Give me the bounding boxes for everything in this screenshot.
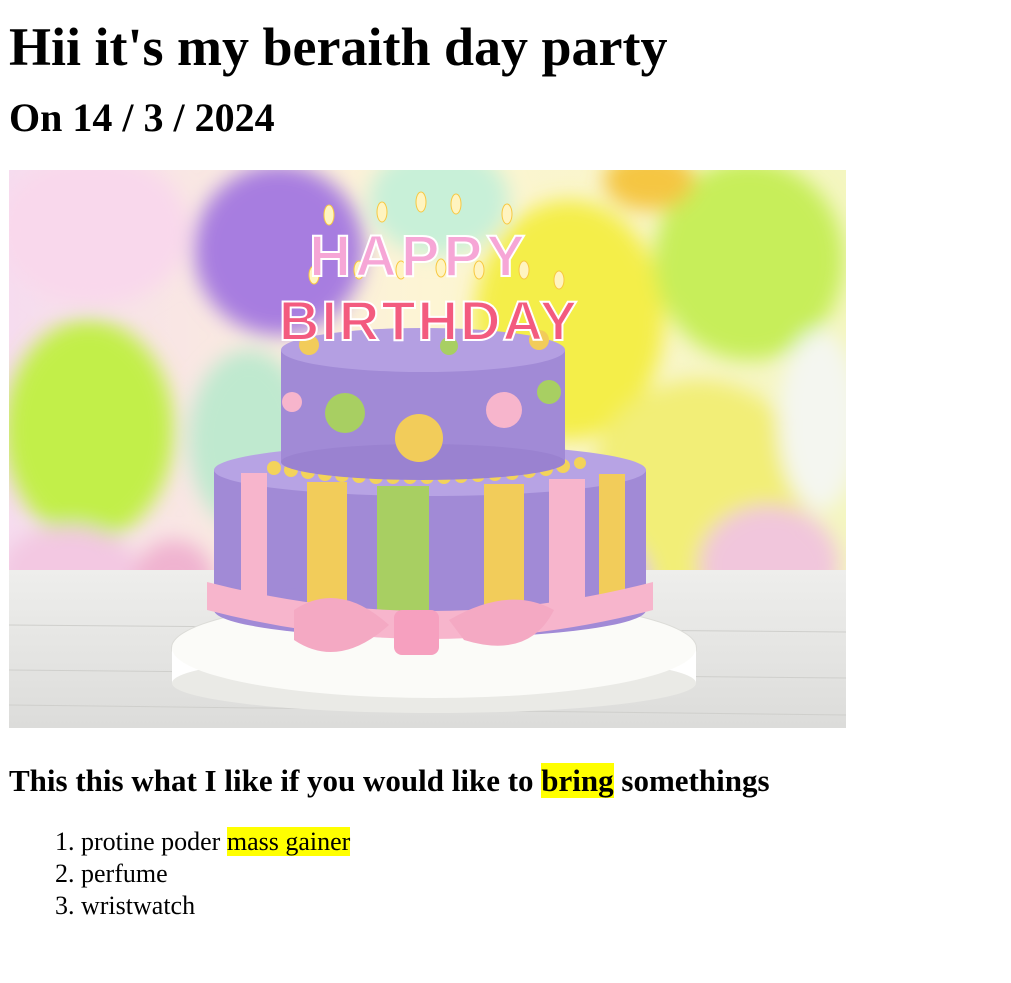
candle-happy: HAPPY bbox=[309, 224, 529, 289]
list-item-text: perfume bbox=[81, 859, 168, 888]
page-title: Hii it's my beraith day party bbox=[9, 17, 668, 77]
list-item: wristwatch bbox=[81, 890, 1011, 922]
list-item-highlight: mass gainer bbox=[226, 827, 351, 856]
list-item-text: protine poder bbox=[81, 827, 227, 856]
candle-birthday: BIRTHDAY bbox=[279, 289, 579, 352]
list-item: protine poder mass gainer bbox=[81, 826, 1011, 858]
party-date: On 14 / 3 / 2024 bbox=[9, 95, 275, 140]
list-item-text: wristwatch bbox=[81, 891, 196, 920]
wish-list: protine poder mass gainer perfume wristw… bbox=[9, 826, 1011, 922]
wish-heading-text-end: somethings bbox=[613, 763, 770, 798]
wish-heading-highlight: bring bbox=[541, 763, 614, 798]
birthday-cake-image: HAPPY BIRTHDAY bbox=[9, 170, 846, 728]
list-item: perfume bbox=[81, 858, 1011, 890]
wish-heading: This this what I like if you would like … bbox=[9, 762, 1011, 800]
wish-heading-text: This this what I like if you would like … bbox=[9, 763, 542, 798]
